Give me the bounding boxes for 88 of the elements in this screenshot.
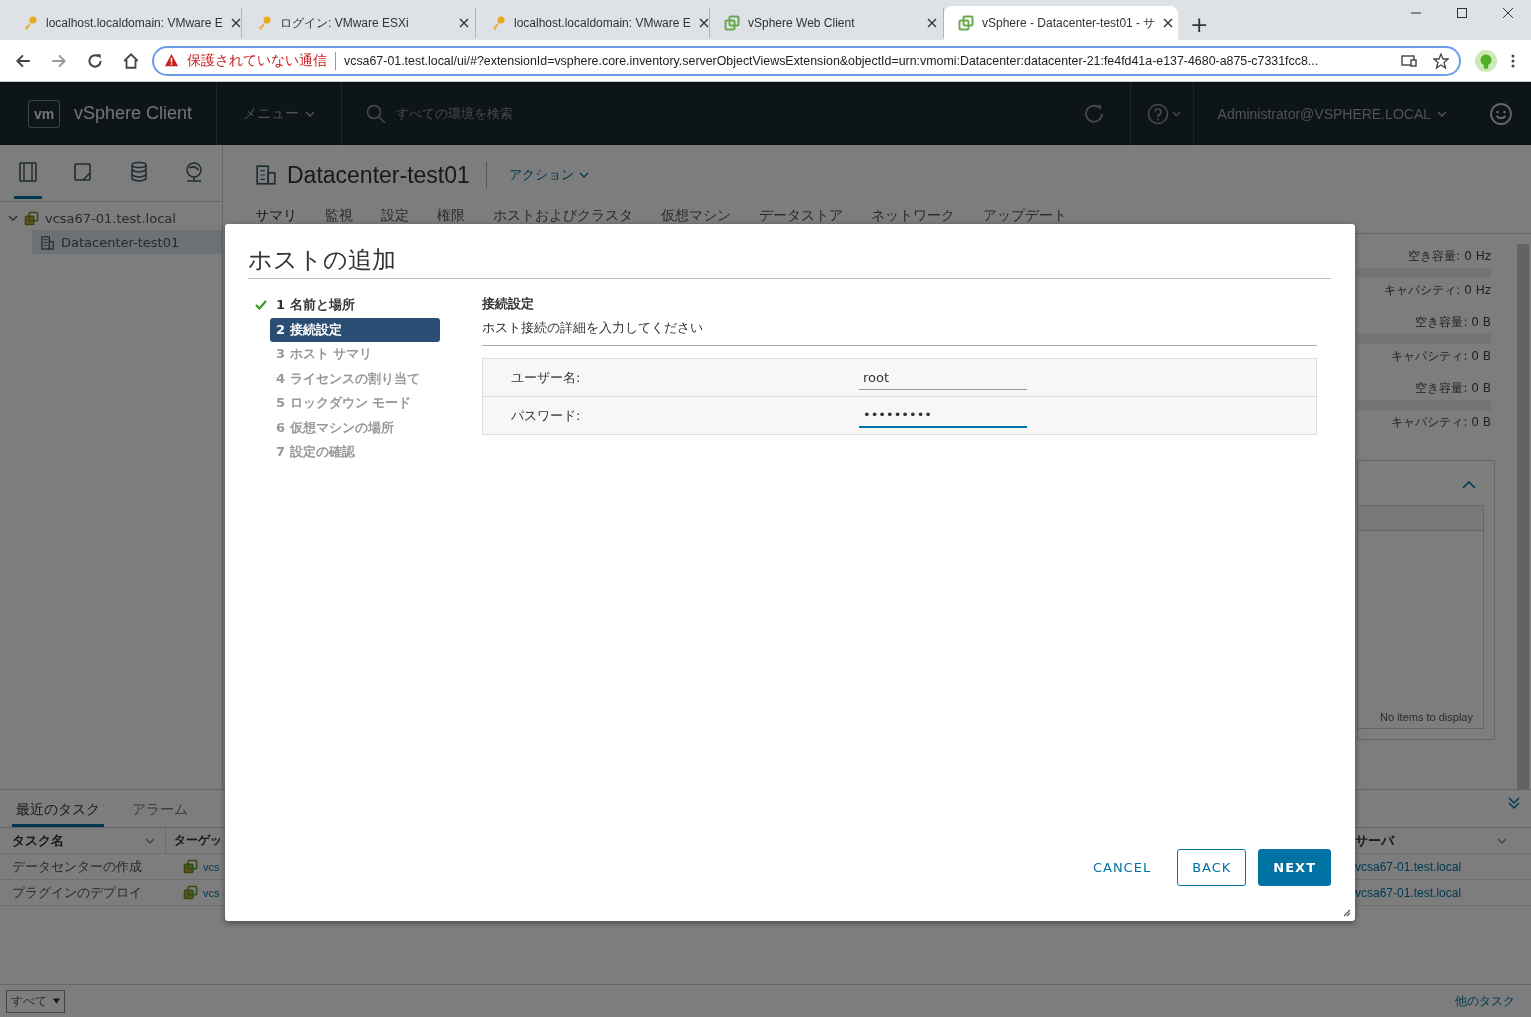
field-label: パスワード: — [510, 406, 582, 425]
browser-tab[interactable]: ログイン: VMware ESXi — [242, 8, 476, 38]
close-icon[interactable] — [927, 18, 937, 28]
menu-button[interactable]: メニュー — [217, 82, 343, 145]
back-button[interactable]: BACK — [1177, 848, 1247, 886]
filter-dropdown[interactable]: すべて — [6, 989, 65, 1013]
chevron-down-icon[interactable] — [145, 837, 155, 844]
close-icon[interactable] — [1502, 7, 1514, 19]
actions-menu[interactable]: アクション — [502, 165, 595, 185]
chevron-down-icon — [305, 110, 316, 117]
wizard-step[interactable]: 3 ホスト サマリ — [255, 342, 440, 367]
next-button[interactable]: NEXT — [1258, 848, 1331, 886]
wizard-step[interactable]: 5 ロックダウン モード — [255, 391, 440, 416]
column-header[interactable]: サーバ — [1353, 831, 1531, 850]
check-icon — [255, 300, 267, 311]
vsphere-icon — [958, 15, 974, 31]
chevron-down-icon[interactable] — [1497, 837, 1507, 844]
new-tab-button[interactable]: + — [1178, 8, 1221, 40]
collapse-icon[interactable] — [1462, 481, 1476, 489]
section-title: 接続設定 — [482, 295, 535, 313]
column-header[interactable]: タスク名 — [0, 831, 165, 850]
free-capacity: 空き容量: 0 B — [1415, 380, 1491, 396]
input-field[interactable]: root — [859, 365, 1027, 390]
search-icon — [366, 103, 387, 124]
table-cell-text: データセンターの作成 — [11, 857, 143, 876]
more-tasks-link[interactable]: 他のタスク — [1455, 992, 1515, 1010]
browser-tab[interactable]: localhost.localdomain: VMware E — [8, 8, 242, 38]
vm-logo: vm — [28, 99, 60, 128]
field-label: ユーザー名: — [510, 368, 582, 387]
close-icon[interactable] — [459, 18, 469, 28]
chevron-down-icon — [1437, 110, 1447, 117]
panel-tab[interactable]: アラーム — [128, 801, 192, 827]
cancel-button[interactable]: CANCEL — [1078, 848, 1166, 886]
section-subtitle: ホスト接続の詳細を入力してください — [482, 319, 1317, 346]
vcenter-icon — [183, 859, 198, 874]
total-capacity: キャパシティ: 0 B — [1391, 414, 1491, 430]
vsphere-icon — [724, 15, 740, 31]
hosts-icon — [17, 161, 38, 183]
dropdown-arrow-icon — [53, 998, 60, 1004]
feedback-icon[interactable] — [1489, 101, 1513, 126]
profile-icon[interactable] — [1475, 49, 1497, 72]
server-link[interactable]: vcsa67-01.test.local — [1355, 859, 1462, 874]
vcenter-icon — [183, 885, 198, 900]
wizard-step[interactable]: 1 名前と場所 — [255, 293, 440, 318]
panel-tab[interactable]: 最近のタスク — [12, 801, 104, 827]
expand-icon[interactable] — [8, 213, 18, 223]
wizard-step[interactable]: 7 設定の確認 — [255, 440, 440, 465]
tree-item[interactable]: Datacenter-test01 — [32, 230, 222, 254]
empty-message: No items to display — [1379, 710, 1474, 725]
close-icon[interactable] — [698, 18, 709, 28]
table-cell-text: プラグインのデプロイ — [11, 883, 143, 902]
star-icon[interactable] — [1433, 52, 1449, 69]
chevron-down-icon — [578, 172, 589, 178]
database-icon — [128, 161, 149, 183]
target-link[interactable]: vcs — [203, 886, 220, 899]
target-link[interactable]: vcs — [203, 860, 220, 873]
url-text: vcsa67-01.test.local/ui/#?extensionId=vsphere.core.inventory.serverObjectViewsExtension&objectId=urn:vmomi:Datacenter:datacenter-21:fe4fd41a-e137-4680-a875-c7331fcc8... — [344, 53, 1320, 68]
globe-icon — [184, 161, 205, 183]
browser-tab[interactable]: localhost.localdomain: VMware E — [476, 8, 710, 38]
vcenter-icon — [24, 210, 39, 226]
server-link[interactable]: vcsa67-01.test.local — [1355, 885, 1462, 900]
resize-handle[interactable] — [1343, 909, 1351, 917]
user-menu[interactable]: Administrator@VSPHERE.LOCAL — [1192, 82, 1471, 145]
object-title: Datacenter-test01 — [287, 161, 470, 189]
scrollbar[interactable] — [1517, 244, 1529, 789]
total-capacity: キャパシティ: 0 Hz — [1384, 282, 1491, 298]
cast-icon[interactable] — [1401, 52, 1417, 69]
datacenter-icon — [255, 164, 277, 186]
wizard-step[interactable]: 4 ライセンスの割り当て — [255, 366, 440, 391]
datacenter-icon — [40, 234, 55, 250]
close-icon[interactable] — [1163, 18, 1174, 28]
document-icon — [73, 161, 94, 183]
security-warning: 保護されていない通信 — [187, 51, 327, 70]
address-bar[interactable]: 保護されていない通信 vcsa67-01.test.local/ui/#?extensionId=vsphere.core.inventory.serverObjectViewsExtension&objectId=urn:vmomi:Datacenter:datacenter-21:fe4fd41a-e137-4680-a875-c7331fcc8... — [152, 45, 1461, 76]
close-icon[interactable] — [230, 18, 241, 28]
tree-item[interactable]: vcsa67-01.test.local — [0, 206, 222, 230]
total-capacity: キャパシティ: 0 B — [1391, 348, 1491, 364]
dialog-title: ホストの追加 — [248, 224, 1331, 279]
free-capacity: 空き容量: 0 Hz — [1408, 248, 1491, 264]
collapse-icon[interactable] — [1507, 795, 1521, 810]
free-capacity: 空き容量: 0 B — [1415, 314, 1491, 330]
wizard-step[interactable]: 2 接続設定 — [270, 317, 440, 342]
wizard-step[interactable]: 6 仮想マシンの場所 — [255, 415, 440, 440]
warning-icon — [164, 53, 179, 68]
more-icon[interactable] — [1511, 52, 1515, 69]
browser-tab[interactable]: vSphere - Datacenter-test01 - サ — [944, 6, 1178, 40]
maximize-icon[interactable] — [1456, 7, 1468, 19]
input-field[interactable]: ••••••••• — [859, 403, 1027, 428]
